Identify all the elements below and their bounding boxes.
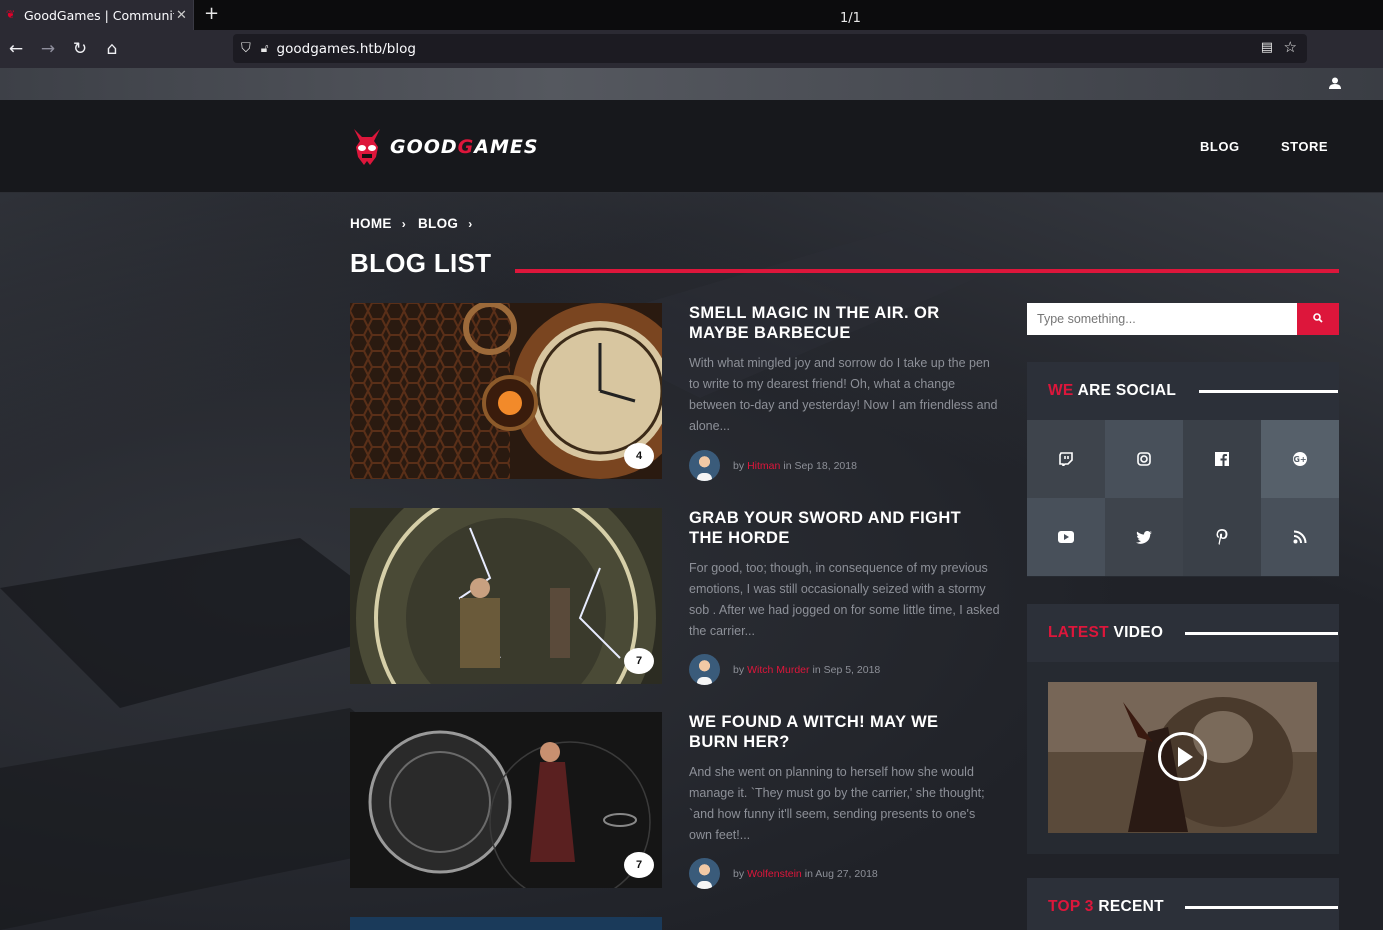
search-input[interactable] [1027, 303, 1297, 335]
browser-navbar: ← → ↻ ⌂ ⛉ 🔓︎ goodgames.htb/blog ▤ ☆ [0, 30, 1383, 68]
widget-title: WE ARE SOCIAL [1048, 382, 1177, 399]
site-header: GOODGAMES BLOG STORE [0, 100, 1383, 193]
site-favicon-icon: ❦ [6, 8, 16, 21]
close-tab-icon[interactable]: ✕ [176, 8, 187, 23]
new-tab-icon[interactable]: + [204, 3, 219, 24]
chevron-right-icon: › [468, 216, 473, 231]
comment-count-badge: 7 [624, 648, 654, 674]
blog-post: 7 GRAB YOUR SWORD AND FIGHT THE HORDE Fo… [350, 508, 1000, 688]
post-author-link[interactable]: Hitman [747, 460, 780, 472]
reader-view-icon[interactable]: ▤ [1261, 40, 1273, 55]
post-meta: by Wolfenstein in Aug 27, 2018 [689, 858, 878, 889]
widget-title-line [1199, 390, 1338, 393]
social-widget: WE ARE SOCIAL G+ [1027, 362, 1339, 577]
forward-icon[interactable]: → [38, 39, 58, 59]
post-title[interactable]: GRAB YOUR SWORD AND FIGHT THE HORDE [689, 508, 989, 548]
search-button[interactable] [1297, 303, 1339, 335]
home-icon[interactable]: ⌂ [102, 39, 122, 59]
post-author-link[interactable]: Wolfenstein [747, 868, 802, 880]
post-title[interactable]: WE FOUND A WITCH! MAY WE BURN HER? [689, 712, 989, 752]
url-text[interactable]: goodgames.htb/blog [277, 41, 416, 57]
shield-icon[interactable]: ⛉ [241, 41, 251, 56]
breadcrumb-blog[interactable]: BLOG [418, 216, 458, 231]
comment-count-badge: 7 [624, 852, 654, 878]
bookmark-star-icon[interactable]: ☆ [1284, 38, 1297, 56]
chevron-right-icon: › [401, 216, 406, 231]
comment-count-badge: 4 [624, 443, 654, 469]
google-plus-icon[interactable]: G+ [1261, 420, 1339, 498]
browser-tabbar: ❦ GoodGames | Community ✕ + 1/1 [0, 0, 1383, 30]
author-avatar [689, 450, 720, 481]
svg-text:G+: G+ [1293, 455, 1306, 464]
breadcrumb: HOME › BLOG › [350, 216, 485, 231]
tab-count: 1/1 [840, 11, 861, 26]
search-icon [1313, 312, 1323, 323]
post-excerpt: With what mingled joy and sorrow do I ta… [689, 356, 998, 433]
author-avatar [689, 654, 720, 685]
post-date: in Sep 5, 2018 [812, 663, 881, 676]
blog-post: 7 WE FOUND A WITCH! MAY WE BURN HER? And… [350, 712, 1000, 892]
top-recent-widget: TOP 3 RECENT [1027, 878, 1339, 930]
back-icon[interactable]: ← [6, 39, 26, 59]
logo-text: GOODGAMES [390, 136, 539, 158]
demon-logo-icon [354, 129, 380, 165]
twitch-icon[interactable] [1027, 420, 1105, 498]
latest-video-widget: LATEST VIDEO [1027, 604, 1339, 854]
top-strip [0, 68, 1383, 100]
widget-title: TOP 3 RECENT [1048, 898, 1164, 915]
facebook-icon[interactable] [1183, 420, 1261, 498]
pinterest-icon[interactable] [1183, 498, 1261, 576]
breadcrumb-home[interactable]: HOME [350, 216, 392, 231]
search-form [1027, 303, 1339, 335]
title-divider [515, 269, 1339, 273]
post-thumbnail[interactable]: 7 [350, 508, 662, 684]
post-excerpt: For good, too; though, in consequence of… [689, 561, 1000, 638]
site-logo[interactable]: GOODGAMES [350, 127, 539, 167]
rss-icon[interactable] [1261, 498, 1339, 576]
post-thumbnail[interactable]: 4 [350, 303, 662, 479]
post-author-link[interactable]: Witch Murder [747, 664, 809, 676]
post-date: in Aug 27, 2018 [804, 867, 878, 880]
youtube-icon[interactable] [1027, 498, 1105, 576]
widget-title-line [1185, 906, 1338, 909]
post-title[interactable]: SMELL MAGIC IN THE AIR. OR MAYBE BARBECU… [689, 303, 989, 343]
tab-title: GoodGames | Community [24, 7, 174, 23]
browser-tab[interactable]: ❦ GoodGames | Community ✕ [0, 0, 194, 30]
post-date: in Sep 18, 2018 [783, 459, 857, 472]
nav-store[interactable]: STORE [1281, 139, 1328, 154]
instagram-icon[interactable] [1105, 420, 1183, 498]
post-meta: by Witch Murder in Sep 5, 2018 [689, 654, 880, 685]
insecure-lock-icon[interactable]: 🔓︎ [261, 41, 269, 56]
page-content: GOODGAMES BLOG STORE HOME › BLOG › BLOG … [0, 68, 1383, 930]
post-thumbnail[interactable]: 7 [350, 712, 662, 888]
video-thumbnail[interactable] [1048, 682, 1317, 833]
page-title: BLOG LIST [350, 248, 492, 278]
play-button[interactable] [1158, 732, 1207, 781]
post-thumbnail[interactable] [350, 917, 662, 930]
widget-title: LATEST VIDEO [1048, 624, 1164, 641]
author-avatar [689, 858, 720, 889]
post-excerpt: And she went on planning to herself how … [689, 765, 985, 842]
twitter-icon[interactable] [1105, 498, 1183, 576]
post-meta: by Hitman in Sep 18, 2018 [689, 450, 857, 481]
nav-blog[interactable]: BLOG [1200, 139, 1240, 154]
widget-title-line [1185, 632, 1338, 635]
url-bar[interactable]: ⛉ 🔓︎ goodgames.htb/blog ▤ ☆ [233, 34, 1307, 63]
blog-post: 4 SMELL MAGIC IN THE AIR. OR MAYBE BARBE… [350, 303, 1000, 483]
reload-icon[interactable]: ↻ [70, 39, 90, 59]
user-icon[interactable] [1329, 77, 1341, 89]
